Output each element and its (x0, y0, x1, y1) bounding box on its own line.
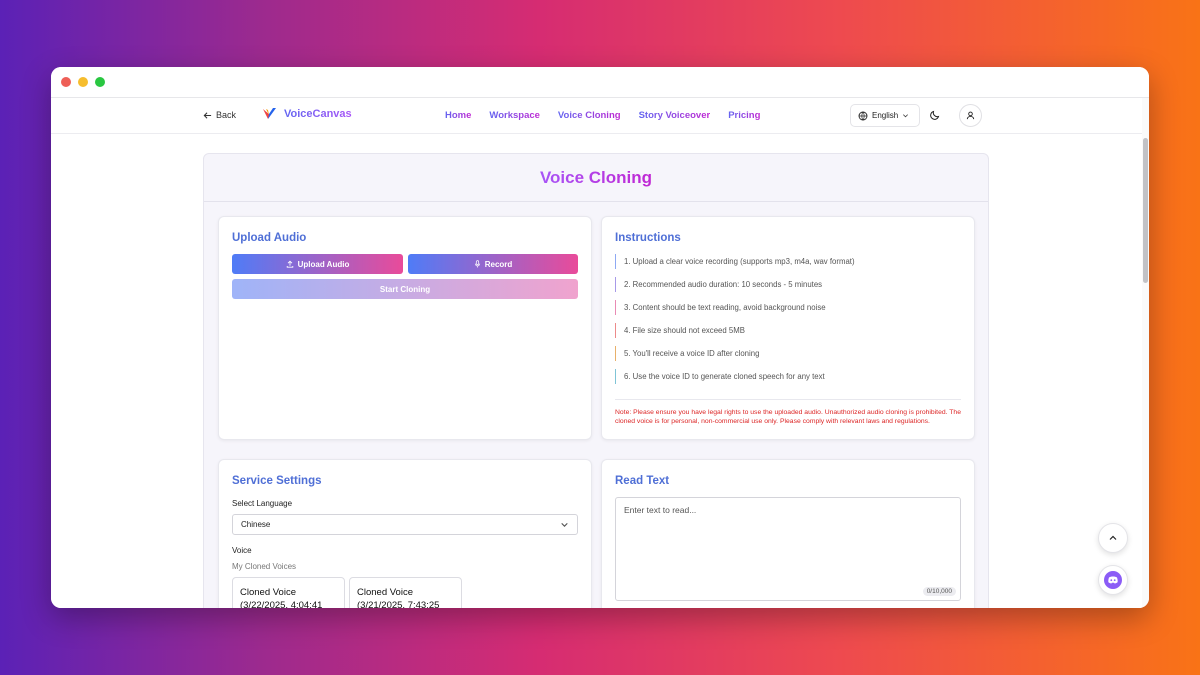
back-label: Back (216, 110, 237, 120)
maximize-window-button[interactable] (95, 77, 105, 87)
upload-audio-panel: Upload Audio Upload Audio Record Start C… (218, 216, 592, 440)
start-cloning-label: Start Cloning (379, 284, 431, 294)
title-bar (51, 67, 1149, 98)
legal-note: Note: Please ensure you have legal right… (615, 399, 961, 426)
page-title: Voice Cloning (539, 167, 653, 187)
microphone-icon (474, 260, 480, 268)
page-content: Voice Cloning Upload Audio Upload Audio … (51, 134, 1142, 608)
instruction-item: 3. Content should be text reading, avoid… (615, 300, 961, 315)
upload-audio-title: Upload Audio (232, 232, 307, 244)
discord-button[interactable] (1098, 565, 1128, 595)
instruction-item: 2. Recommended audio duration: 10 second… (615, 277, 961, 292)
record-label: Record (484, 259, 513, 269)
instruction-item: 5. You'll receive a voice ID after cloni… (615, 346, 961, 361)
instructions-title: Instructions (615, 232, 681, 244)
service-settings-title: Service Settings (232, 475, 322, 487)
cloned-voice-card[interactable]: Cloned Voice (3/22/2025, 4:04:41 (232, 577, 345, 608)
instructions-list: 1. Upload a clear voice recording (suppo… (615, 254, 961, 392)
nav-link-pricing[interactable]: Pricing (728, 110, 760, 121)
language-label: English (872, 111, 899, 120)
select-language-label: Select Language (232, 499, 293, 508)
read-text-panel: Read Text Enter text to read... 0/10,000 (601, 459, 975, 608)
instruction-item: 6. Use the voice ID to generate cloned s… (615, 369, 961, 384)
cloned-voices-label: My Cloned Voices (232, 562, 297, 571)
character-counter: 0/10,000 (922, 587, 956, 596)
nav-link-workspace[interactable]: Workspace (489, 110, 540, 121)
chevron-up-icon (1109, 535, 1117, 540)
nav-link-home[interactable]: Home (445, 110, 471, 121)
service-settings-panel: Service Settings Select Language Chinese… (218, 459, 592, 608)
nav-link-voice-cloning[interactable]: Voice Cloning (558, 110, 621, 121)
instruction-item: 1. Upload a clear voice recording (suppo… (615, 254, 961, 269)
page-scrollbar[interactable] (1142, 98, 1149, 608)
globe-icon (858, 111, 868, 120)
user-avatar-button[interactable] (959, 104, 982, 127)
instructions-panel: Instructions 1. Upload a clear voice rec… (601, 216, 975, 440)
voice-label: Voice (232, 546, 252, 555)
language-select-value: Chinese (241, 520, 271, 529)
brand-logo[interactable]: VoiceCanvas (262, 107, 352, 121)
moon-icon (930, 110, 940, 120)
top-navbar: Back VoiceCanvas Home Workspace Voice Cl… (51, 98, 1142, 134)
browser-window: Back VoiceCanvas Home Workspace Voice Cl… (51, 67, 1149, 608)
user-icon (966, 111, 975, 120)
scroll-to-top-button[interactable] (1098, 523, 1128, 553)
start-cloning-button[interactable]: Start Cloning (232, 279, 578, 299)
instruction-item: 4. File size should not exceed 5MB (615, 323, 961, 338)
close-window-button[interactable] (61, 77, 71, 87)
nav-link-story-voiceover[interactable]: Story Voiceover (639, 110, 711, 121)
voice-cloning-card: Voice Cloning Upload Audio Upload Audio … (203, 153, 989, 608)
read-text-title: Read Text (615, 475, 670, 487)
upload-audio-label: Upload Audio (297, 259, 350, 269)
record-button[interactable]: Record (408, 254, 578, 274)
chevron-down-icon (561, 522, 568, 527)
upload-audio-button[interactable]: Upload Audio (232, 254, 403, 274)
card-header: Voice Cloning (204, 154, 988, 202)
back-button[interactable]: Back (203, 110, 236, 120)
arrow-left-icon (203, 111, 212, 119)
cloned-voice-card[interactable]: Cloned Voice (3/21/2025, 7:43:25 (349, 577, 462, 608)
voicecanvas-logo-icon (263, 108, 276, 119)
theme-toggle[interactable] (929, 108, 941, 126)
upload-icon (286, 260, 293, 268)
minimize-window-button[interactable] (78, 77, 88, 87)
chevron-down-icon (903, 114, 909, 118)
language-selector[interactable]: English (850, 104, 920, 127)
discord-icon (1104, 571, 1122, 589)
nav-links: Home Workspace Voice Cloning Story Voice… (445, 110, 760, 121)
language-select[interactable]: Chinese (232, 514, 578, 535)
brand-name: VoiceCanvas (284, 108, 352, 120)
read-text-placeholder: Enter text to read... (624, 505, 697, 515)
read-text-input[interactable]: Enter text to read... 0/10,000 (615, 497, 961, 601)
scrollbar-thumb[interactable] (1143, 138, 1148, 283)
